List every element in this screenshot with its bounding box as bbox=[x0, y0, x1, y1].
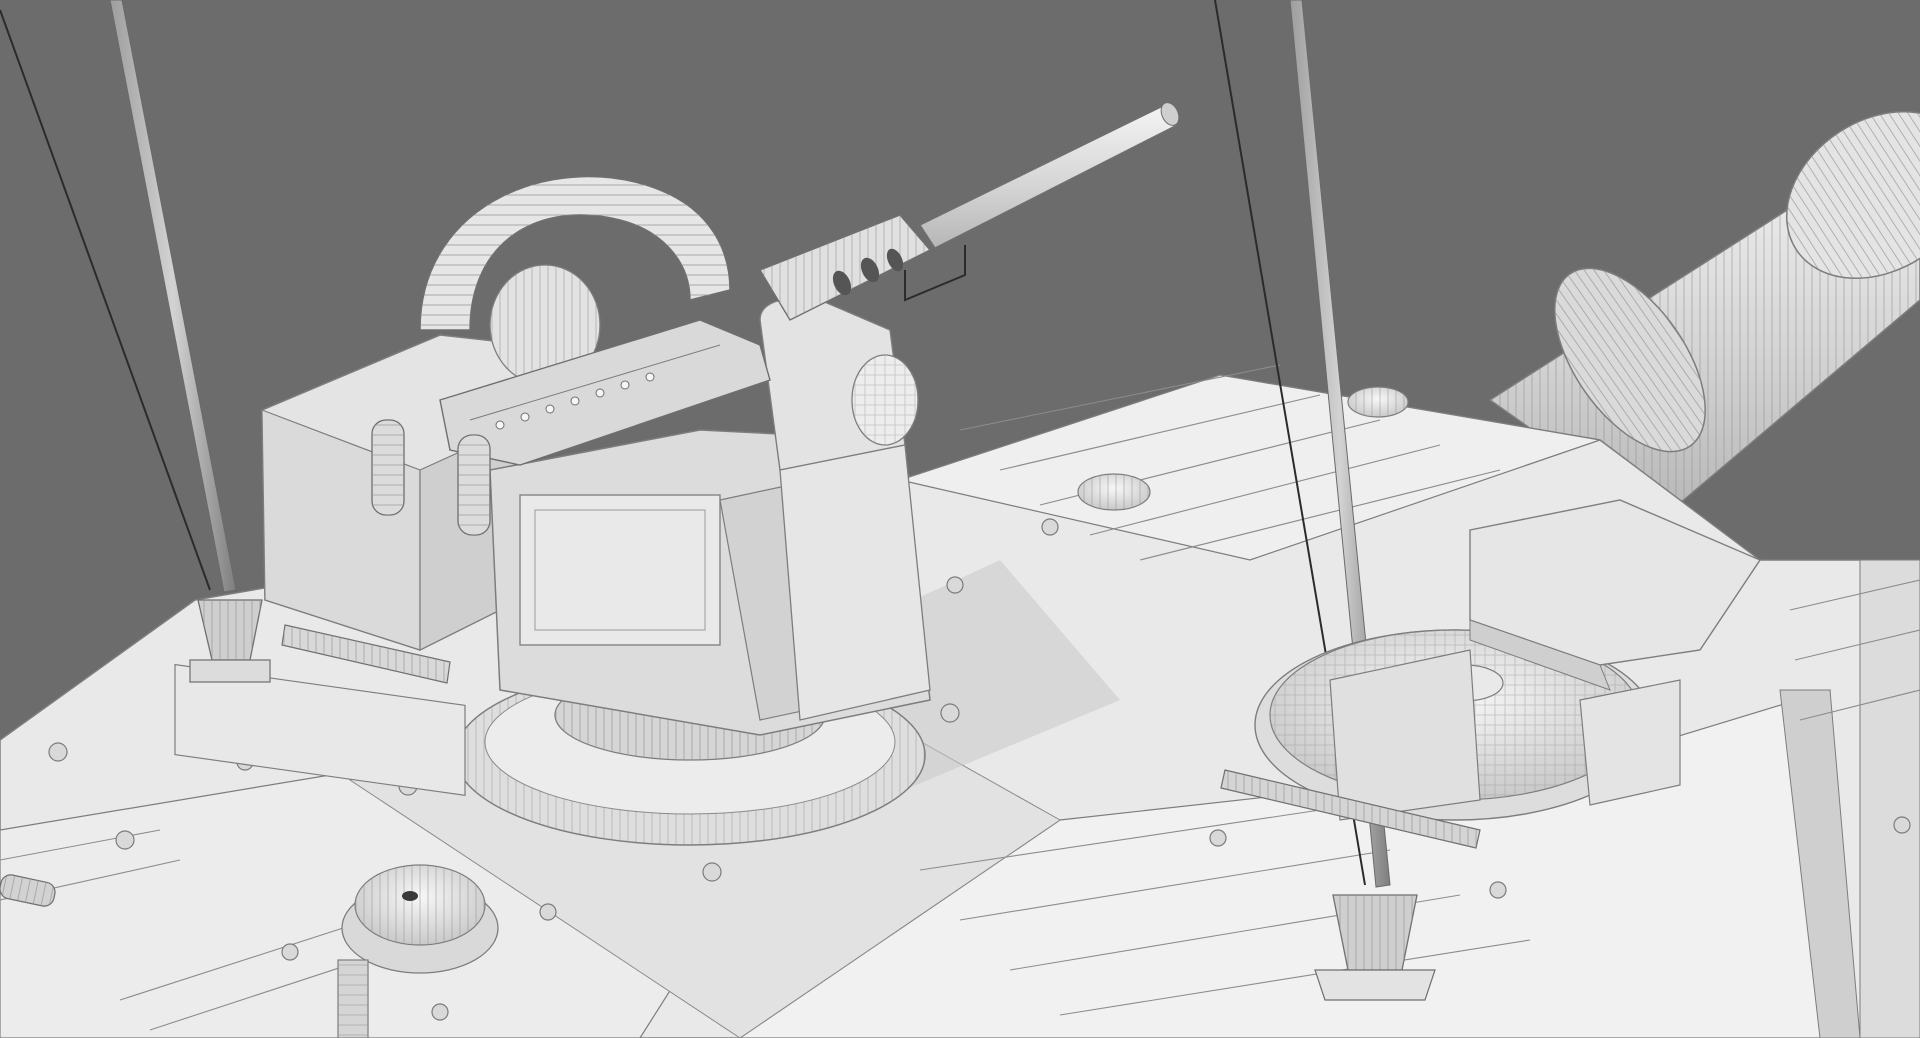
render-viewport bbox=[0, 0, 1920, 1038]
